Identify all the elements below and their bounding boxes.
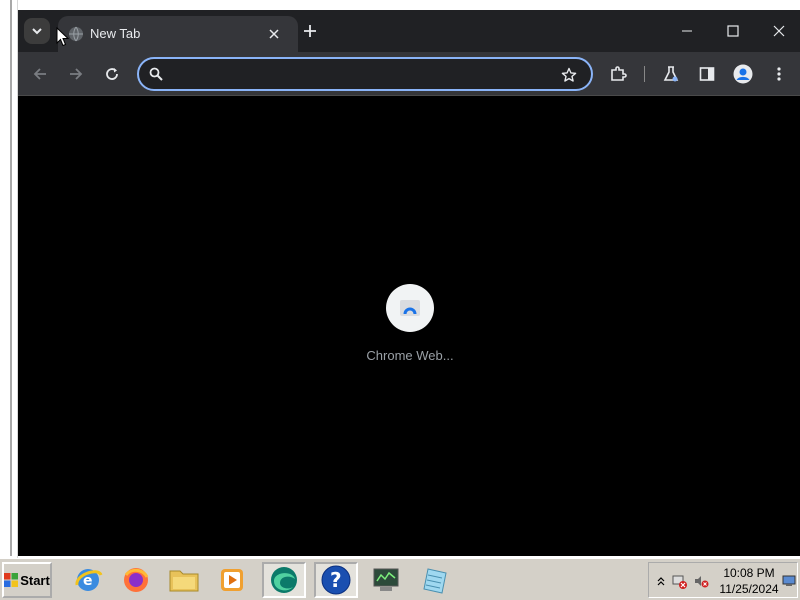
browser-toolbar [18,52,800,96]
globe-icon [69,26,83,42]
show-hidden-icons-button[interactable] [653,573,669,589]
side-panel-button[interactable] [694,61,720,87]
address-input[interactable] [169,64,549,84]
taskbar-app-file-explorer[interactable] [162,562,206,598]
loading-spinner [386,284,434,332]
taskbar-app-internet-explorer[interactable]: e [66,562,110,598]
taskbar-app-media-player[interactable] [210,562,254,598]
bookmark-star-button[interactable] [559,65,579,85]
forward-button[interactable] [63,61,89,87]
media-player-icon [221,569,243,591]
puzzle-icon [611,66,627,81]
menu-button[interactable] [766,61,792,87]
system-tray: 10:08 PM 11/25/2024 [648,562,798,598]
star-icon [561,67,577,82]
desktop-icon [782,575,796,586]
taskbar: Start e ? 10:08 PM 11/25/2024 [0,558,800,600]
labs-button[interactable] [658,61,684,87]
tab-search-button[interactable] [24,18,50,44]
start-label: Start [20,572,50,588]
taskbar-app-system-monitor[interactable] [364,562,408,598]
taskbar-app-notepad[interactable] [412,562,456,598]
avatar-icon [733,64,753,84]
new-tab-button[interactable] [300,21,320,41]
tab-title: New Tab [90,26,141,41]
speaker-muted-icon [695,576,709,588]
taskbar-app-help[interactable]: ? [314,562,358,598]
maximize-icon [727,25,739,37]
minimize-button[interactable] [674,18,700,44]
side-panel-icon [699,67,715,81]
network-status-icon[interactable] [671,573,687,589]
mouse-cursor-icon [56,27,70,47]
window-edge-line [10,0,12,556]
profile-button[interactable] [730,61,756,87]
arrow-right-icon [70,68,83,80]
page-content: Chrome Web... [18,96,800,556]
chevron-up-icon [657,577,665,586]
folder-icon [169,570,199,592]
chevron-down-icon [32,28,42,35]
taskbar-app-edge-browser[interactable] [262,562,306,598]
more-vert-icon [777,67,781,81]
flask-icon [663,66,679,82]
firefox-icon [124,568,149,592]
reload-button[interactable] [99,61,125,87]
web-store-icon [400,300,420,316]
browser-window: New Tab Chrome Web... [18,10,800,556]
close-icon [773,25,785,37]
monitor-icon [373,568,399,591]
windows-logo-icon [4,573,19,587]
desktop-background-left [0,0,18,558]
close-icon [269,29,279,39]
clock-time[interactable]: 10:08 PM [719,566,779,580]
network-disconnected-icon [672,575,687,589]
svg-text:e: e [83,573,93,589]
loading-label: Chrome Web... [366,348,454,363]
close-window-button[interactable] [766,18,792,44]
taskbar-app-firefox[interactable] [114,562,158,598]
tab-strip: New Tab [18,10,800,52]
plus-icon [304,25,316,37]
tab-new-tab[interactable]: New Tab [58,16,298,52]
tab-close-button[interactable] [264,24,284,44]
volume-status-icon[interactable] [693,573,709,589]
clock-date[interactable]: 11/25/2024 [717,582,781,596]
internet-explorer-icon: e [75,569,103,591]
desktop-background-top [0,0,800,10]
toolbar-separator [644,66,645,82]
reload-icon [106,68,118,80]
back-button[interactable] [27,61,53,87]
maximize-button[interactable] [720,18,746,44]
extensions-button[interactable] [605,61,631,87]
svg-text:?: ? [330,568,342,592]
start-button[interactable]: Start [2,562,52,598]
help-icon: ? [321,565,351,595]
minimize-icon [682,30,692,32]
arrow-left-icon [33,68,46,80]
address-bar[interactable] [137,57,593,91]
notepad-icon [423,568,447,594]
show-desktop-button[interactable] [781,573,797,589]
edge-browser-icon [271,567,297,593]
search-icon [149,67,163,81]
